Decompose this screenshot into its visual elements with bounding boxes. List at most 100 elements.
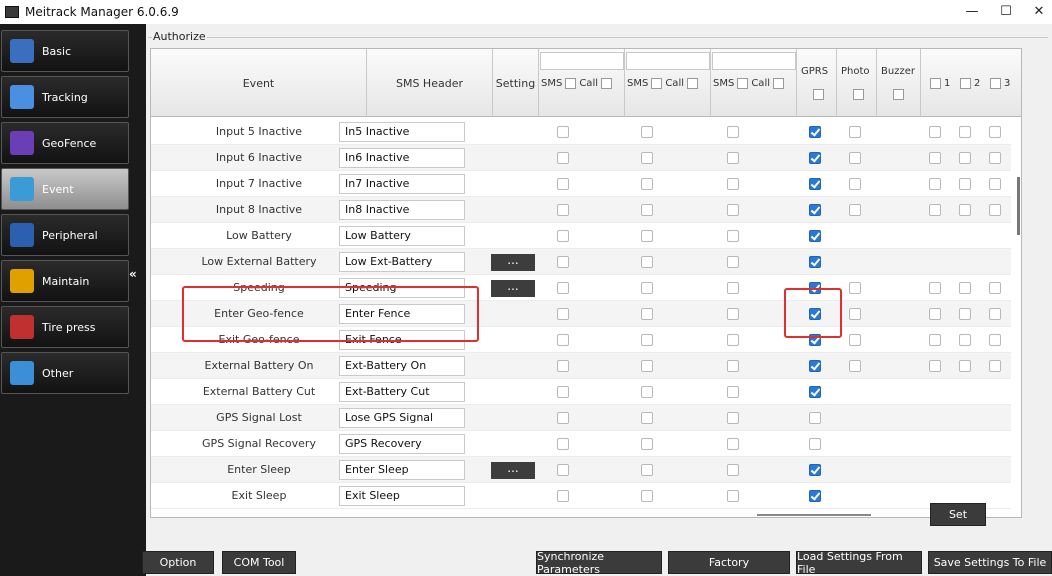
gprs-checkbox[interactable]: [809, 204, 821, 216]
output-checkbox[interactable]: [989, 126, 1001, 138]
gprs-checkbox[interactable]: [809, 360, 821, 372]
close-button[interactable]: ✕: [1028, 2, 1050, 22]
sms-header-input[interactable]: Ext-Battery On: [339, 356, 465, 376]
sms-call-checkbox[interactable]: [641, 282, 653, 294]
sms-header-input[interactable]: In7 Inactive: [339, 174, 465, 194]
output-out1-select-all-checkbox[interactable]: [930, 77, 941, 89]
output-checkbox[interactable]: [989, 178, 1001, 190]
sms-call-checkbox[interactable]: [727, 256, 739, 268]
gprs-checkbox[interactable]: [809, 386, 821, 398]
output-checkbox[interactable]: [929, 334, 941, 346]
sms-call-checkbox[interactable]: [727, 386, 739, 398]
factory-button[interactable]: Factory: [668, 551, 790, 574]
sms-call-checkbox[interactable]: [557, 178, 569, 190]
output-checkbox[interactable]: [959, 178, 971, 190]
save-settings-button[interactable]: Save Settings To File: [928, 551, 1052, 574]
sms-call-checkbox[interactable]: [557, 282, 569, 294]
gprs-checkbox[interactable]: [809, 438, 821, 450]
photo-checkbox[interactable]: [849, 204, 861, 216]
sms-call-checkbox[interactable]: [557, 386, 569, 398]
sms-header-input[interactable]: Low Battery: [339, 226, 465, 246]
sidebar-item-tire-press[interactable]: Tire press: [1, 306, 129, 348]
photo-checkbox[interactable]: [849, 152, 861, 164]
output-checkbox[interactable]: [959, 152, 971, 164]
phone-number-input-3[interactable]: [712, 52, 796, 70]
photo-checkbox[interactable]: [849, 282, 861, 294]
output-out2-select-all-checkbox[interactable]: [960, 77, 971, 89]
option-button[interactable]: Option: [142, 551, 214, 574]
sms-call-checkbox[interactable]: [557, 412, 569, 424]
gprs-checkbox[interactable]: [809, 490, 821, 502]
sms-call-checkbox[interactable]: [557, 230, 569, 242]
sms-call-checkbox[interactable]: [727, 360, 739, 372]
sms-header-input[interactable]: Low Ext-Battery: [339, 252, 465, 272]
gprs-checkbox[interactable]: [809, 256, 821, 268]
sms-call-checkbox[interactable]: [557, 438, 569, 450]
output-checkbox[interactable]: [929, 360, 941, 372]
event-setting-button[interactable]: ...: [491, 254, 535, 271]
com-tool-button[interactable]: COM Tool: [222, 551, 296, 574]
sms-header-input[interactable]: Lose GPS Signal: [339, 408, 465, 428]
sms-call-checkbox[interactable]: [641, 256, 653, 268]
sms-header-input[interactable]: Exit Sleep: [339, 486, 465, 506]
sms-call-checkbox[interactable]: [641, 412, 653, 424]
output-checkbox[interactable]: [929, 178, 941, 190]
photo-checkbox[interactable]: [849, 178, 861, 190]
output-checkbox[interactable]: [929, 126, 941, 138]
output-checkbox[interactable]: [989, 360, 1001, 372]
output-checkbox[interactable]: [959, 282, 971, 294]
output-checkbox[interactable]: [989, 282, 1001, 294]
output-checkbox[interactable]: [989, 204, 1001, 216]
sidebar-item-geofence[interactable]: GeoFence: [1, 122, 129, 164]
phone-number-input-1[interactable]: [540, 52, 624, 70]
sms-call-checkbox[interactable]: [727, 412, 739, 424]
sms-call-checkbox[interactable]: [641, 308, 653, 320]
sidebar-item-peripheral[interactable]: Peripheral: [1, 214, 129, 256]
sms-call-checkbox[interactable]: [727, 464, 739, 476]
sms-select-all-checkbox[interactable]: [651, 77, 663, 89]
sms-call-checkbox[interactable]: [727, 490, 739, 502]
sms-call-checkbox[interactable]: [727, 204, 739, 216]
sms-header-input[interactable]: Enter Sleep: [339, 460, 465, 480]
buzzer-select-all-checkbox[interactable]: [893, 89, 904, 100]
sms-call-checkbox[interactable]: [557, 464, 569, 476]
sms-call-checkbox[interactable]: [727, 126, 739, 138]
output-checkbox[interactable]: [929, 204, 941, 216]
vertical-scrollbar[interactable]: [1017, 177, 1020, 235]
collapse-sidebar-button[interactable]: «: [129, 267, 137, 281]
sms-call-checkbox[interactable]: [727, 438, 739, 450]
output-checkbox[interactable]: [929, 282, 941, 294]
photo-checkbox[interactable]: [849, 308, 861, 320]
call-select-all-checkbox[interactable]: [773, 77, 784, 89]
sms-header-input[interactable]: Ext-Battery Cut: [339, 382, 465, 402]
sms-call-checkbox[interactable]: [557, 152, 569, 164]
sms-call-checkbox[interactable]: [727, 152, 739, 164]
sms-call-checkbox[interactable]: [557, 126, 569, 138]
sidebar-item-event[interactable]: Event: [1, 168, 129, 210]
sms-call-checkbox[interactable]: [641, 438, 653, 450]
sms-call-checkbox[interactable]: [727, 282, 739, 294]
sms-call-checkbox[interactable]: [641, 490, 653, 502]
sms-call-checkbox[interactable]: [641, 204, 653, 216]
sidebar-item-maintain[interactable]: Maintain: [1, 260, 129, 302]
sms-call-checkbox[interactable]: [557, 308, 569, 320]
output-checkbox[interactable]: [989, 152, 1001, 164]
sms-call-checkbox[interactable]: [727, 308, 739, 320]
sms-call-checkbox[interactable]: [641, 464, 653, 476]
gprs-select-all-checkbox[interactable]: [813, 89, 824, 100]
sms-select-all-checkbox[interactable]: [565, 77, 577, 89]
output-out3-select-all-checkbox[interactable]: [990, 77, 1001, 89]
sms-call-checkbox[interactable]: [557, 360, 569, 372]
sms-call-checkbox[interactable]: [557, 334, 569, 346]
output-checkbox[interactable]: [929, 308, 941, 320]
sms-call-checkbox[interactable]: [641, 334, 653, 346]
sms-header-input[interactable]: In8 Inactive: [339, 200, 465, 220]
output-checkbox[interactable]: [959, 308, 971, 320]
call-select-all-checkbox[interactable]: [687, 77, 698, 89]
minimize-button[interactable]: —: [961, 2, 983, 22]
sms-header-input[interactable]: In5 Inactive: [339, 122, 465, 142]
sms-call-checkbox[interactable]: [557, 490, 569, 502]
sms-call-checkbox[interactable]: [727, 230, 739, 242]
sidebar-item-tracking[interactable]: Tracking: [1, 76, 129, 118]
output-checkbox[interactable]: [959, 360, 971, 372]
